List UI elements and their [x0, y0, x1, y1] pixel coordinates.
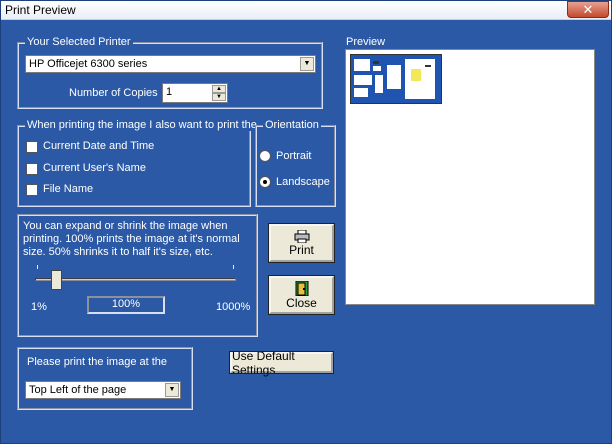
user-name-checkbox[interactable]: [26, 163, 38, 175]
thumbnail-detail: [387, 65, 401, 89]
thumbnail-detail: [411, 69, 421, 81]
thumbnail-detail: [425, 65, 431, 67]
scale-value-display: 100%: [87, 296, 165, 314]
close-button-label: Close: [286, 295, 317, 310]
preview-label: Preview: [346, 36, 386, 48]
chevron-down-icon[interactable]: ▼: [165, 383, 179, 397]
use-default-settings-button[interactable]: Use Default Settings: [229, 349, 334, 377]
date-time-checkbox[interactable]: [26, 141, 38, 153]
copies-stepper[interactable]: 1 ▲ ▼: [162, 83, 228, 103]
slider-tick: [37, 265, 38, 269]
printer-icon: [294, 229, 309, 243]
landscape-label: Landscape: [276, 176, 330, 188]
thumbnail-detail: [354, 75, 372, 85]
scale-description: You can expand or shrink the image when …: [23, 220, 240, 258]
file-name-label: File Name: [43, 183, 94, 195]
print-button-label: Print: [289, 242, 314, 257]
date-time-label: Current Date and Time: [43, 140, 155, 152]
use-default-settings-label: Use Default Settings: [232, 348, 295, 377]
close-button[interactable]: Close: [268, 275, 335, 315]
preview-thumbnail: [350, 54, 442, 104]
print-position-value: Top Left of the page: [29, 384, 127, 396]
file-name-checkbox[interactable]: [26, 184, 38, 196]
orientation-group: Orientation: [255, 119, 336, 207]
portrait-label: Portrait: [276, 150, 312, 162]
thumbnail-detail: [354, 88, 368, 97]
landscape-radio[interactable]: [259, 176, 271, 188]
portrait-radio[interactable]: [259, 150, 271, 162]
extra-print-options-label: When printing the image I also want to p…: [25, 119, 259, 131]
print-button[interactable]: Print: [268, 223, 335, 263]
printer-select-value: HP Officejet 6300 series: [29, 58, 148, 70]
stepper-down-icon[interactable]: ▼: [212, 93, 226, 101]
scale-slider-track[interactable]: [35, 278, 236, 281]
printer-select[interactable]: HP Officejet 6300 series ▼: [25, 55, 316, 73]
print-preview-window: Print Preview ✕ Your Selected Printer HP…: [0, 0, 612, 444]
print-position-select[interactable]: Top Left of the page ▼: [25, 381, 181, 399]
copies-value: 1: [166, 86, 173, 98]
close-icon: ✕: [582, 1, 594, 17]
scale-min-label: 1%: [31, 301, 47, 313]
door-icon: [295, 280, 308, 296]
thumbnail-detail: [375, 75, 383, 93]
title-bar: Print Preview ✕: [1, 1, 611, 20]
thumbnail-detail: [354, 59, 370, 71]
preview-pane: [345, 49, 595, 305]
scale-max-label: 1000%: [216, 301, 251, 313]
window-close-button[interactable]: ✕: [567, 1, 609, 18]
slider-tick: [233, 265, 234, 269]
window-title: Print Preview: [5, 3, 76, 17]
scale-slider-thumb[interactable]: [51, 270, 62, 290]
printer-group-label: Your Selected Printer: [25, 36, 133, 48]
print-position-label: Please print the image at the: [27, 356, 168, 368]
orientation-group-label: Orientation: [263, 119, 321, 131]
user-name-label: Current User's Name: [43, 162, 146, 174]
thumbnail-detail: [373, 61, 379, 64]
chevron-down-icon[interactable]: ▼: [300, 57, 314, 71]
copies-label: Number of Copies: [69, 87, 158, 99]
thumbnail-detail: [373, 66, 381, 71]
